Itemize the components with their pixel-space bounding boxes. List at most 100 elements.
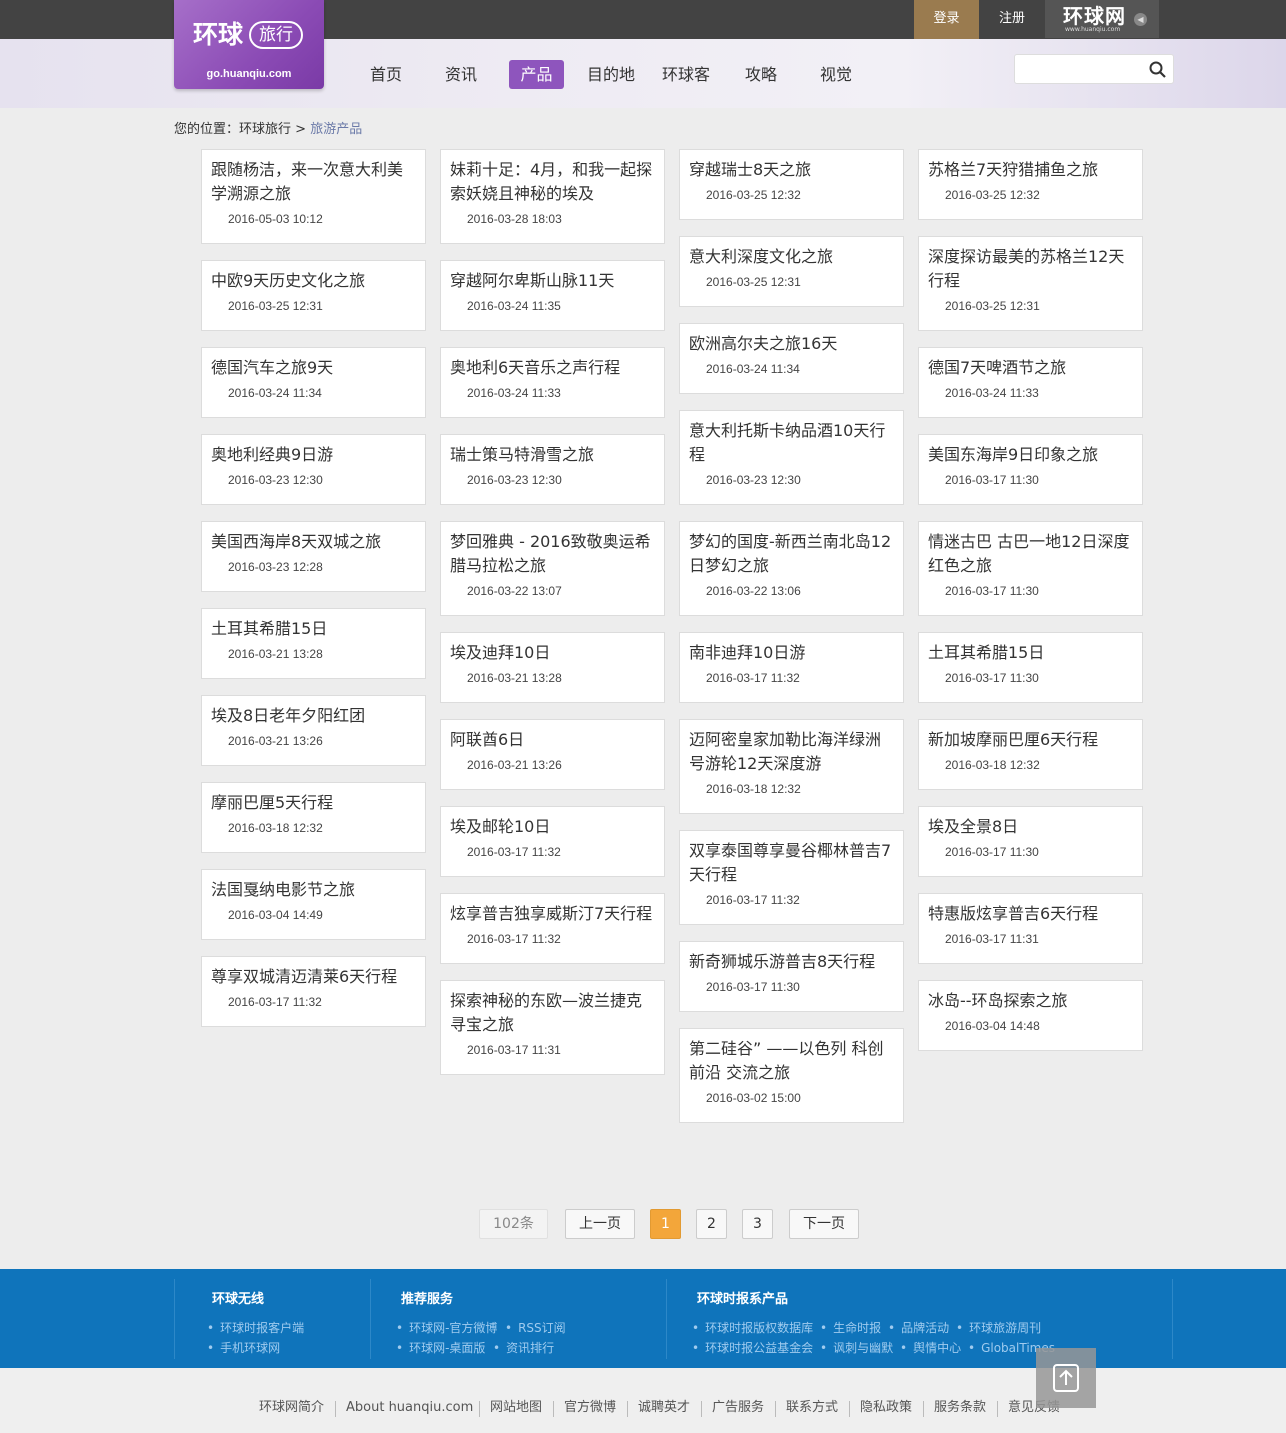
bottom-link[interactable]: 隐私政策: [860, 1398, 912, 1418]
nav-item-visual[interactable]: 视觉: [820, 60, 852, 89]
product-card-title[interactable]: 土耳其希腊15日: [211, 617, 417, 641]
product-card[interactable]: 第二硅谷” ——以色列 科创前沿 交流之旅 2016-03-02 15:00: [679, 1028, 904, 1123]
product-card[interactable]: 奥地利经典9日游 2016-03-23 12:30: [201, 434, 426, 505]
page-3-button[interactable]: 3: [742, 1209, 773, 1239]
product-card-title[interactable]: 南非迪拜10日游: [689, 641, 895, 665]
product-card[interactable]: 土耳其希腊15日 2016-03-21 13:28: [201, 608, 426, 679]
product-card[interactable]: 新奇狮城乐游普吉8天行程 2016-03-17 11:30: [679, 941, 904, 1012]
product-card-title[interactable]: 摩丽巴厘5天行程: [211, 791, 417, 815]
product-card-title[interactable]: 冰岛--环岛探索之旅: [928, 989, 1134, 1013]
bottom-link[interactable]: About huanqiu.com: [346, 1398, 473, 1418]
product-card[interactable]: 跟随杨洁，来一次意大利美学溯源之旅 2016-05-03 10:12: [201, 149, 426, 244]
product-card-title[interactable]: 德国7天啤酒节之旅: [928, 356, 1134, 380]
page-2-button[interactable]: 2: [696, 1209, 727, 1239]
product-card[interactable]: 深度探访最美的苏格兰12天行程 2016-03-25 12:31: [918, 236, 1143, 331]
footer-link[interactable]: 舆情中心: [900, 1339, 961, 1357]
product-card-title[interactable]: 梦幻的国度-新西兰南北岛12日梦幻之旅: [689, 530, 895, 578]
product-card-title[interactable]: 双享泰国尊享曼谷椰林普吉7天行程: [689, 839, 895, 887]
product-card[interactable]: 南非迪拜10日游 2016-03-17 11:32: [679, 632, 904, 703]
arrow-left-icon[interactable]: ◀: [1134, 13, 1147, 26]
product-card[interactable]: 欧洲高尔夫之旅16天 2016-03-24 11:34: [679, 323, 904, 394]
product-card[interactable]: 摩丽巴厘5天行程 2016-03-18 12:32: [201, 782, 426, 853]
back-to-top-button[interactable]: [1036, 1348, 1096, 1408]
product-card-title[interactable]: 苏格兰7天狩猎捕鱼之旅: [928, 158, 1134, 182]
breadcrumb-current[interactable]: 旅游产品: [310, 122, 362, 137]
product-card[interactable]: 梦回雅典 - 2016致敬奥运希腊马拉松之旅 2016-03-22 13:07: [440, 521, 665, 616]
product-card-title[interactable]: 法国戛纳电影节之旅: [211, 878, 417, 902]
product-card-title[interactable]: 埃及迪拜10日: [450, 641, 656, 665]
footer-link[interactable]: 品牌活动: [888, 1319, 949, 1337]
bottom-link[interactable]: 环球网简介: [259, 1398, 324, 1418]
nav-item-guides[interactable]: 攻略: [745, 60, 777, 89]
product-card-title[interactable]: 新奇狮城乐游普吉8天行程: [689, 950, 895, 974]
product-card-title[interactable]: 中欧9天历史文化之旅: [211, 269, 417, 293]
product-card[interactable]: 炫享普吉独享威斯汀7天行程 2016-03-17 11:32: [440, 893, 665, 964]
product-card-title[interactable]: 迈阿密皇家加勒比海洋绿洲号游轮12天深度游: [689, 728, 895, 776]
breadcrumb-home[interactable]: 环球旅行: [239, 122, 291, 137]
product-card-title[interactable]: 跟随杨洁，来一次意大利美学溯源之旅: [211, 158, 417, 206]
product-card-title[interactable]: 第二硅谷” ——以色列 科创前沿 交流之旅: [689, 1037, 895, 1085]
product-card-title[interactable]: 埃及8日老年夕阳红团: [211, 704, 417, 728]
product-card[interactable]: 苏格兰7天狩猎捕鱼之旅 2016-03-25 12:32: [918, 149, 1143, 220]
bottom-link[interactable]: 联系方式: [786, 1398, 838, 1418]
prev-page-button[interactable]: 上一页: [565, 1209, 635, 1239]
nav-item-destinations[interactable]: 目的地: [587, 60, 635, 89]
product-card[interactable]: 意大利托斯卡纳品酒10天行程 2016-03-23 12:30: [679, 410, 904, 505]
product-card-title[interactable]: 埃及全景8日: [928, 815, 1134, 839]
product-card[interactable]: 梦幻的国度-新西兰南北岛12日梦幻之旅 2016-03-22 13:06: [679, 521, 904, 616]
product-card-title[interactable]: 瑞士策马特滑雪之旅: [450, 443, 656, 467]
product-card-title[interactable]: 尊享双城清迈清莱6天行程: [211, 965, 417, 989]
nav-item-home[interactable]: 首页: [370, 60, 402, 89]
product-card-title[interactable]: 欧洲高尔夫之旅16天: [689, 332, 895, 356]
product-card-title[interactable]: 穿越阿尔卑斯山脉11天: [450, 269, 656, 293]
nav-item-news[interactable]: 资讯: [445, 60, 477, 89]
footer-link[interactable]: 生命时报: [820, 1319, 881, 1337]
product-card-title[interactable]: 埃及邮轮10日: [450, 815, 656, 839]
product-card[interactable]: 德国汽车之旅9天 2016-03-24 11:34: [201, 347, 426, 418]
product-card-title[interactable]: 穿越瑞士8天之旅: [689, 158, 895, 182]
product-card[interactable]: 妹莉十足：4月，和我一起探索妖娆且神秘的埃及 2016-03-28 18:03: [440, 149, 665, 244]
footer-link[interactable]: 环球时报版权数据库: [692, 1319, 813, 1337]
search-input[interactable]: [1014, 54, 1174, 84]
product-card[interactable]: 美国东海岸9日印象之旅 2016-03-17 11:30: [918, 434, 1143, 505]
product-card[interactable]: 尊享双城清迈清莱6天行程 2016-03-17 11:32: [201, 956, 426, 1027]
search-icon[interactable]: [1149, 61, 1166, 78]
product-card[interactable]: 穿越瑞士8天之旅 2016-03-25 12:32: [679, 149, 904, 220]
product-card-title[interactable]: 德国汽车之旅9天: [211, 356, 417, 380]
product-card[interactable]: 德国7天啤酒节之旅 2016-03-24 11:33: [918, 347, 1143, 418]
product-card[interactable]: 美国西海岸8天双城之旅 2016-03-23 12:28: [201, 521, 426, 592]
page-1-button[interactable]: 1: [650, 1209, 681, 1239]
product-card-title[interactable]: 新加坡摩丽巴厘6天行程: [928, 728, 1134, 752]
huanqiu-brand-link[interactable]: 环球网 www.huanqiu.com ◀: [1045, 0, 1159, 38]
product-card-title[interactable]: 奥地利经典9日游: [211, 443, 417, 467]
product-card-title[interactable]: 奥地利6天音乐之声行程: [450, 356, 656, 380]
product-card[interactable]: 特惠版炫享普吉6天行程 2016-03-17 11:31: [918, 893, 1143, 964]
footer-link[interactable]: 资讯排行: [493, 1339, 554, 1357]
bottom-link[interactable]: 网站地图: [490, 1398, 542, 1418]
product-card[interactable]: 情迷古巴 古巴一地12日深度红色之旅 2016-03-17 11:30: [918, 521, 1143, 616]
nav-item-products[interactable]: 产品: [509, 60, 564, 89]
product-card[interactable]: 埃及迪拜10日 2016-03-21 13:28: [440, 632, 665, 703]
bottom-link[interactable]: 服务条款: [934, 1398, 986, 1418]
register-button[interactable]: 注册: [983, 0, 1041, 38]
product-card[interactable]: 奥地利6天音乐之声行程 2016-03-24 11:33: [440, 347, 665, 418]
footer-link[interactable]: 环球时报客户端: [207, 1319, 304, 1337]
bottom-link[interactable]: 官方微博: [564, 1398, 616, 1418]
bottom-link[interactable]: 诚聘英才: [638, 1398, 690, 1418]
product-card[interactable]: 中欧9天历史文化之旅 2016-03-25 12:31: [201, 260, 426, 331]
product-card[interactable]: 新加坡摩丽巴厘6天行程 2016-03-18 12:32: [918, 719, 1143, 790]
product-card-title[interactable]: 探索神秘的东欧—波兰捷克寻宝之旅: [450, 989, 656, 1037]
product-card[interactable]: 法国戛纳电影节之旅 2016-03-04 14:49: [201, 869, 426, 940]
product-card[interactable]: 迈阿密皇家加勒比海洋绿洲号游轮12天深度游 2016-03-18 12:32: [679, 719, 904, 814]
product-card[interactable]: 意大利深度文化之旅 2016-03-25 12:31: [679, 236, 904, 307]
product-card[interactable]: 双享泰国尊享曼谷椰林普吉7天行程 2016-03-17 11:32: [679, 830, 904, 925]
product-card[interactable]: 埃及全景8日 2016-03-17 11:30: [918, 806, 1143, 877]
product-card-title[interactable]: 炫享普吉独享威斯汀7天行程: [450, 902, 656, 926]
product-card[interactable]: 瑞士策马特滑雪之旅 2016-03-23 12:30: [440, 434, 665, 505]
footer-link[interactable]: 讽刺与幽默: [820, 1339, 893, 1357]
site-logo[interactable]: 环球 旅行 go.huanqiu.com: [174, 0, 324, 89]
footer-link[interactable]: 环球时报公益基金会: [692, 1339, 813, 1357]
footer-link[interactable]: 环球网-官方微博: [396, 1319, 497, 1337]
product-card-title[interactable]: 土耳其希腊15日: [928, 641, 1134, 665]
product-card[interactable]: 土耳其希腊15日 2016-03-17 11:30: [918, 632, 1143, 703]
